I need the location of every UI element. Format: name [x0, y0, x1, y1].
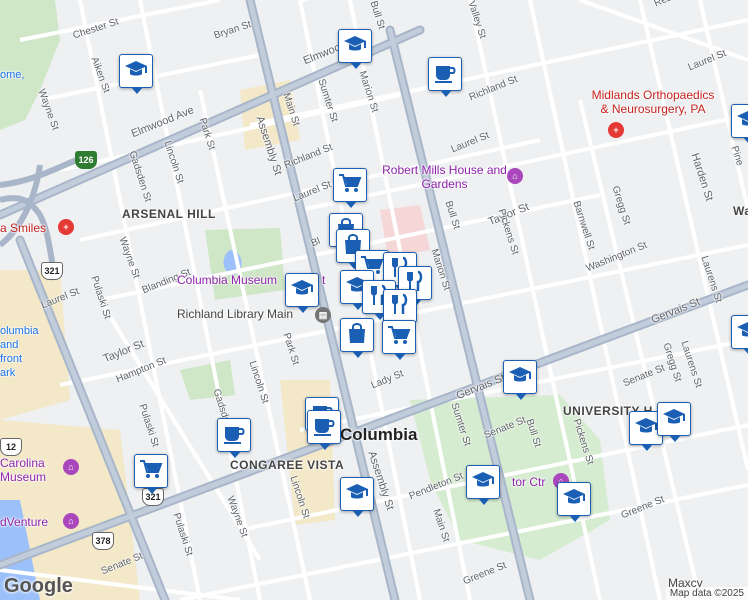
- map-attribution[interactable]: Map data ©2025: [665, 587, 748, 600]
- poi-label-robert-mills[interactable]: Robert Mills House and Gardens: [382, 163, 507, 191]
- route-shield-12: 12: [0, 438, 22, 456]
- coffee-icon: [433, 61, 457, 88]
- school-icon: [662, 406, 686, 433]
- map-marker[interactable]: [307, 410, 341, 450]
- map-marker[interactable]: [340, 318, 374, 358]
- map-marker[interactable]: [557, 482, 591, 522]
- museum-icon[interactable]: ⌂: [63, 459, 79, 475]
- poi-label-columbia-museum[interactable]: Columbia Museum: [177, 273, 277, 287]
- school-icon: [634, 415, 658, 442]
- school-icon: [736, 319, 748, 346]
- poi-label-riverfront-park: ark: [0, 367, 16, 379]
- poi-label-carolina-museum[interactable]: Carolina Museum: [0, 456, 60, 484]
- school-icon: [345, 481, 369, 508]
- school-icon: [562, 486, 586, 513]
- hospital-icon[interactable]: +: [608, 122, 624, 138]
- poi-label-smiles[interactable]: a Smiles: [0, 221, 46, 235]
- map-marker[interactable]: [382, 320, 416, 360]
- poi-label-home: ome,: [0, 69, 25, 81]
- poi-label-midlands[interactable]: Midlands Orthopaedics & Neurosurgery, PA: [588, 88, 718, 116]
- area-label-wa: Wa: [733, 204, 748, 218]
- map-marker[interactable]: [428, 57, 462, 97]
- school-icon: [290, 277, 314, 304]
- school-icon: [736, 108, 748, 135]
- grocery-icon: [139, 458, 163, 485]
- poi-label-edventure[interactable]: dVenture: [0, 515, 48, 529]
- map-marker[interactable]: [731, 104, 748, 144]
- map-marker[interactable]: [503, 360, 537, 400]
- city-label-columbia: Columbia: [340, 425, 418, 444]
- school-icon: [124, 58, 148, 85]
- map-marker[interactable]: [134, 454, 168, 494]
- grocery-icon: [387, 324, 411, 351]
- us-shield-378: 378: [92, 532, 114, 550]
- restaurant-icon: [388, 293, 412, 320]
- map-marker[interactable]: [217, 418, 251, 458]
- area-label-arsenal-hill: ARSENAL HILL: [122, 207, 216, 221]
- museum-icon[interactable]: ⌂: [63, 513, 79, 529]
- grocery-icon: [338, 172, 362, 199]
- map-marker[interactable]: [340, 477, 374, 517]
- poi-label-riverfront-front: front: [0, 353, 23, 365]
- coffee-icon: [222, 422, 246, 449]
- poi-label-columbia-riverfront: olumbia: [0, 325, 39, 337]
- school-icon: [508, 364, 532, 391]
- shopping-icon: [345, 322, 369, 349]
- poi-label-ctr[interactable]: tor Ctr: [512, 475, 545, 489]
- map-marker[interactable]: [338, 29, 372, 69]
- map-view[interactable]: ARSENAL HILL CONGAREE VISTA UNIVERSITY H…: [0, 0, 748, 600]
- map-marker[interactable]: [466, 465, 500, 505]
- map-marker[interactable]: [657, 402, 691, 442]
- map-marker[interactable]: [119, 54, 153, 94]
- area-label-congaree-vista: CONGAREE VISTA: [230, 458, 345, 472]
- school-icon: [471, 469, 495, 496]
- interstate-shield-126: 126: [75, 151, 97, 169]
- museum-icon[interactable]: ⌂: [507, 168, 523, 184]
- poi-label-richland-library[interactable]: Richland Library Main: [177, 308, 293, 320]
- us-shield-321-north: 321: [41, 262, 63, 280]
- map-marker[interactable]: [285, 273, 319, 313]
- poi-label-riverfront-and: and: [0, 339, 19, 351]
- school-icon: [343, 33, 367, 60]
- map-marker[interactable]: [383, 289, 417, 329]
- library-icon[interactable]: ▤: [315, 307, 331, 323]
- coffee-icon: [312, 414, 336, 441]
- map-marker[interactable]: [731, 315, 748, 355]
- map-marker[interactable]: [333, 168, 367, 208]
- google-logo: Google: [4, 575, 73, 597]
- dentist-icon[interactable]: +: [58, 219, 74, 235]
- poi-label-columbia-museum-tail: t: [322, 273, 326, 287]
